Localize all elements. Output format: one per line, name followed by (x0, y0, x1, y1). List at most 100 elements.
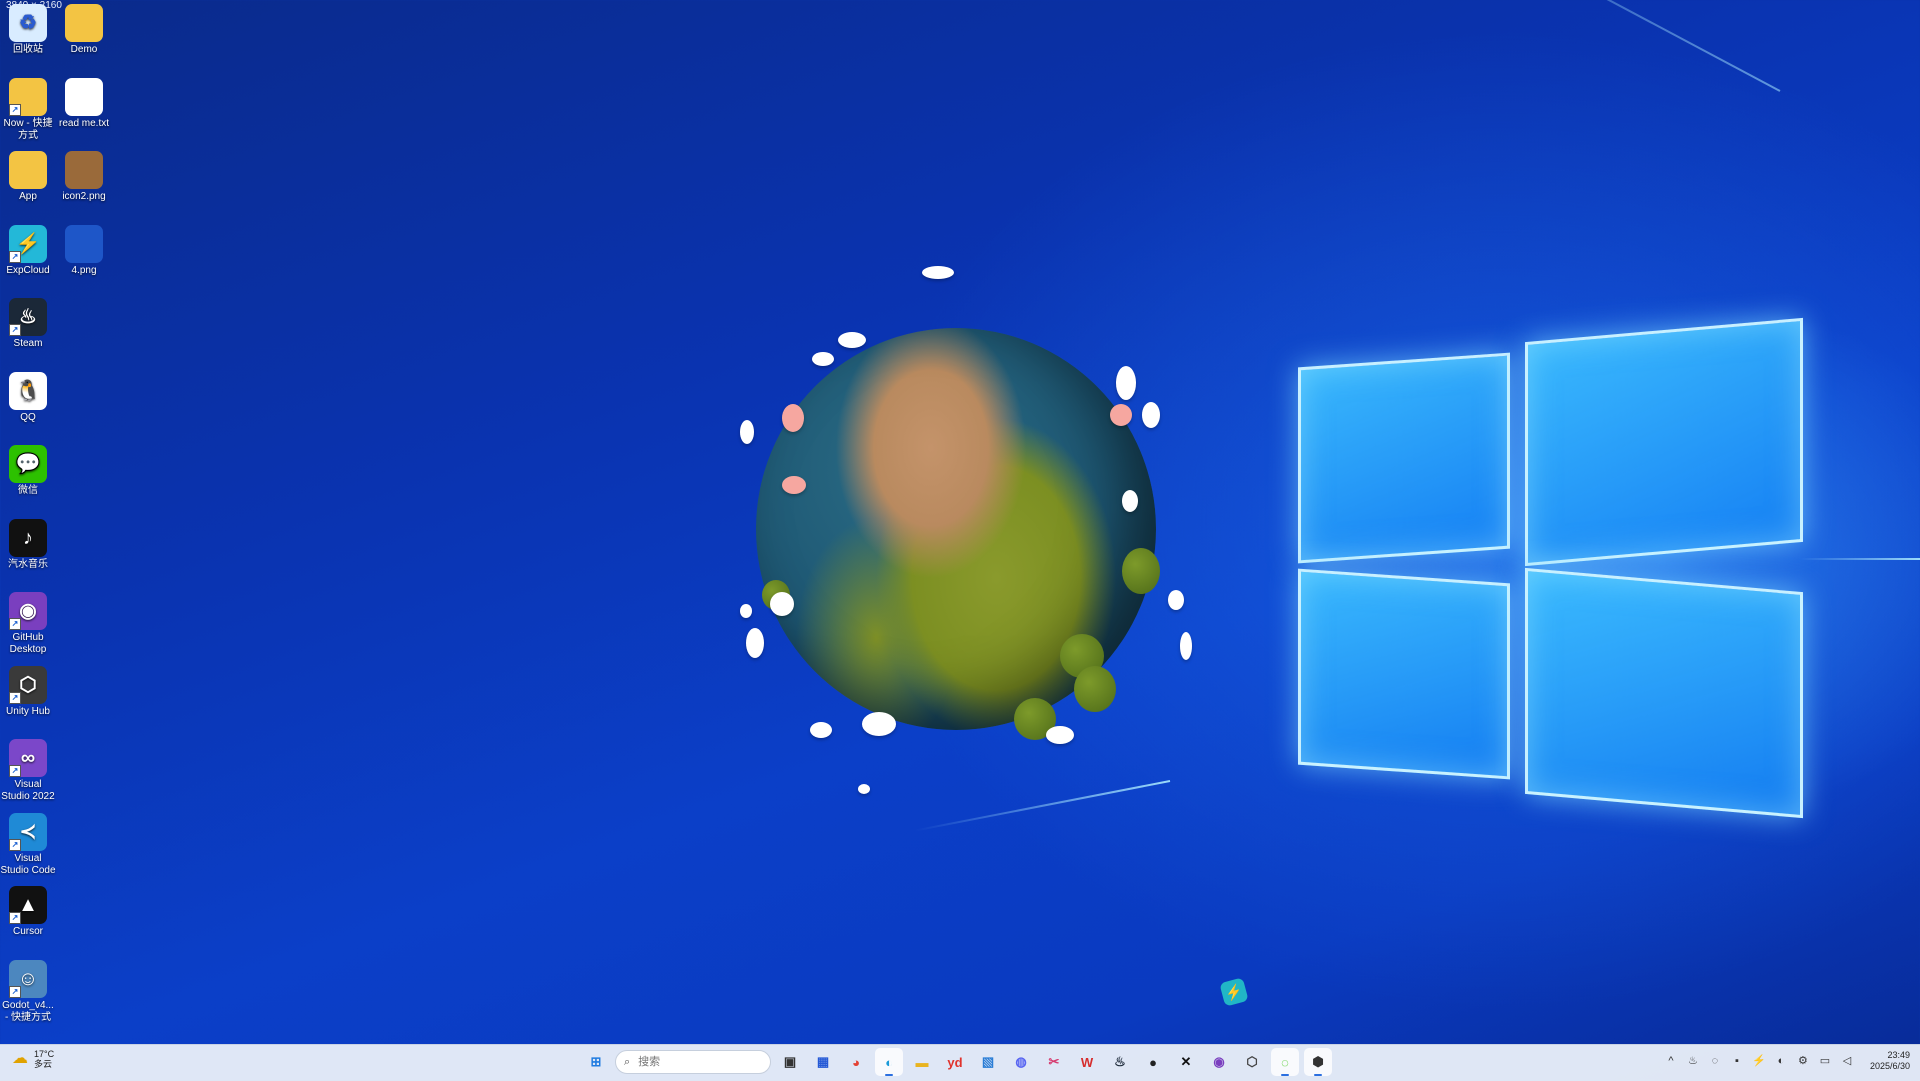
desktop-icon[interactable]: ▲ ↗ Cursor (0, 886, 56, 938)
windows-logo-pane (1525, 317, 1803, 567)
light-beam (1800, 558, 1920, 560)
globe-cloud (1142, 402, 1160, 428)
globe-cloud (1046, 726, 1074, 744)
wechat-icon: 💬 (9, 445, 47, 483)
desktop-icon[interactable]: ↗ Now - 快捷方式 (0, 77, 56, 142)
volume-icon[interactable]: ◁ (1840, 1054, 1854, 1068)
globe-cloud (1180, 632, 1192, 660)
chrome-icon: ◕ (852, 1054, 860, 1070)
taskbar-unity-button[interactable]: ⬡ (1238, 1048, 1266, 1076)
weather-desc: 多云 (34, 1059, 53, 1069)
unity-icon: ⬡ (1246, 1054, 1258, 1069)
steam-icon: ♨ ↗ (9, 298, 47, 336)
globe-cloud (1122, 490, 1138, 512)
shortcut-arrow-icon: ↗ (9, 618, 21, 630)
taskbar-apps: ⊞ ⌕ ▣ ▦ ◕ ◐ ▬ yd ▧ ◍ ✂ W ♨ ● ✕ ◉ ⬡ ◌ ⬢ (582, 1048, 1332, 1076)
desktop-icon-label: Steam (13, 338, 43, 349)
capcut-icon: ✕ (1180, 1054, 1192, 1069)
desktop-icon[interactable]: ♻ 回收站 (0, 4, 56, 56)
taskbar-photos-button[interactable]: ▧ (974, 1048, 1002, 1076)
desktop-icon[interactable]: App (0, 151, 56, 203)
expcloud-icon: ⚡ ↗ (9, 224, 47, 263)
unity-hub-icon: ⬡ ↗ (9, 665, 47, 704)
settings-tray-icon[interactable]: ⚙ (1796, 1054, 1810, 1068)
weather-widget[interactable]: ☁ 17°C 多云 (12, 1049, 54, 1069)
taskbar-explorer-button[interactable]: ▬ (908, 1048, 936, 1076)
desktop-icon[interactable]: ♨ ↗ Steam (0, 298, 56, 350)
desktop-icon-label: Demo (70, 44, 98, 55)
taskbar-capcut-button[interactable]: ✕ (1172, 1048, 1200, 1076)
unity-hub-icon: ⬢ (1312, 1054, 1324, 1069)
taskbar-steam-button[interactable]: ♨ (1106, 1048, 1134, 1076)
desktop-icon[interactable]: ☺ ↗ Godot_v4... - 快捷方式 (0, 959, 56, 1024)
desktop-icon-label: 微信 (18, 485, 38, 496)
windows-logo-pane (1525, 567, 1803, 819)
folder-icon (9, 151, 47, 189)
shortcut-arrow-icon: ↗ (9, 103, 21, 116)
shortcut-arrow-icon: ↗ (9, 985, 21, 998)
desktop-icon[interactable]: 🐧 QQ (0, 371, 56, 424)
desktop-icon[interactable]: ≺ ↗ Visual Studio Code (0, 812, 56, 877)
desktop-icon-label: ExpCloud (6, 264, 50, 276)
desktop-icon[interactable]: read me.txt (56, 77, 112, 130)
globe-cloud (1116, 366, 1136, 400)
desktop-icon[interactable]: 4.png (56, 224, 112, 277)
taskbar-unity-hub-button[interactable]: ⬢ (1304, 1048, 1332, 1076)
taskbar-wechat-button[interactable]: ◌ (1271, 1048, 1299, 1076)
taskbar-obs-button[interactable]: ● (1139, 1048, 1167, 1076)
desktop-icon-label: Unity Hub (6, 705, 50, 717)
desktop-icon[interactable]: 💬 微信 (0, 445, 56, 497)
edge-tray-icon[interactable]: ◐ (1774, 1054, 1788, 1068)
taskbar-snipping-button[interactable]: ✂ (1040, 1048, 1068, 1076)
github-desktop-icon: ◉ ↗ (9, 592, 47, 630)
windows-start-icon: ⊞ (590, 1054, 602, 1069)
desktop-icon[interactable]: icon2.png (56, 151, 112, 203)
system-tray: ^ ♨ ◌ ▪ ⚡ ◐ ⚙ ▭ ◁ 23:49 2025/6/30 (1664, 1050, 1910, 1072)
weather-cloudy-icon: ☁ (12, 1050, 28, 1067)
edge-icon: ◐ (885, 1054, 893, 1070)
shortcut-arrow-icon: ↗ (9, 912, 21, 924)
clock[interactable]: 23:49 2025/6/30 (1870, 1050, 1910, 1072)
windows-logo-pane (1298, 568, 1510, 780)
desktop-icon-label: icon2.png (62, 191, 106, 202)
steam-tray-icon[interactable]: ♨ (1686, 1054, 1700, 1068)
taskbar-github-desktop-button[interactable]: ◉ (1205, 1048, 1233, 1076)
desktop-icon[interactable]: ⬡ ↗ Unity Hub (0, 665, 56, 718)
shortcut-arrow-icon: ↗ (9, 324, 21, 336)
desktop-icon-label: GitHub Desktop (9, 632, 47, 655)
taskbar-store-button[interactable]: ▦ (809, 1048, 837, 1076)
desktop-icon[interactable]: ⚡ ↗ ExpCloud (0, 224, 56, 277)
visual-studio-icon: ∞ ↗ (9, 739, 47, 777)
taskbar-search[interactable]: ⌕ (615, 1050, 771, 1074)
taskbar-start-button[interactable]: ⊞ (582, 1048, 610, 1076)
network-icon[interactable]: ▭ (1818, 1054, 1832, 1068)
taskbar-chrome-button[interactable]: ◕ (842, 1048, 870, 1076)
github-desktop-icon: ◉ (1213, 1054, 1225, 1069)
taskbar-discord-button[interactable]: ◍ (1007, 1048, 1035, 1076)
expcloud-desktop-icon[interactable]: ⚡ (1219, 977, 1249, 1007)
taskbar-edge-button[interactable]: ◐ (875, 1048, 903, 1076)
globe-cloud (740, 420, 754, 444)
desktop-icon[interactable]: ◉ ↗ GitHub Desktop (0, 592, 56, 656)
desktop-icon[interactable]: Demo (56, 4, 112, 56)
folder-icon: ↗ (9, 77, 47, 116)
globe-cloud (838, 332, 866, 348)
taskbar-wps-button[interactable]: W (1073, 1048, 1101, 1076)
taskbar-youdao-button[interactable]: yd (941, 1048, 969, 1076)
app-tray-icon[interactable]: ▪ (1730, 1054, 1744, 1068)
globe-cloud (858, 784, 870, 794)
desktop-icon[interactable]: ∞ ↗ Visual Studio 2022 (0, 739, 56, 803)
desktop-icon-label: 4.png (71, 264, 97, 276)
store-icon: ▦ (816, 1054, 830, 1069)
wechat-tray-icon[interactable]: ◌ (1708, 1054, 1722, 1068)
taskbar-task-view-button[interactable]: ▣ (776, 1048, 804, 1076)
desktop-icon[interactable]: ♪ 汽水音乐 (0, 518, 56, 571)
godot-icon: ☺ ↗ (9, 959, 47, 998)
chevron-up-icon[interactable]: ^ (1664, 1054, 1678, 1068)
desktop-icon-label: read me.txt (58, 117, 110, 129)
wechat-icon: ◌ (1281, 1054, 1289, 1070)
expcloud-tray-icon[interactable]: ⚡ (1752, 1054, 1766, 1068)
desktop-icon-label: 汽水音乐 (8, 558, 48, 570)
globe-cloud (922, 266, 954, 279)
search-input[interactable] (636, 1055, 737, 1069)
